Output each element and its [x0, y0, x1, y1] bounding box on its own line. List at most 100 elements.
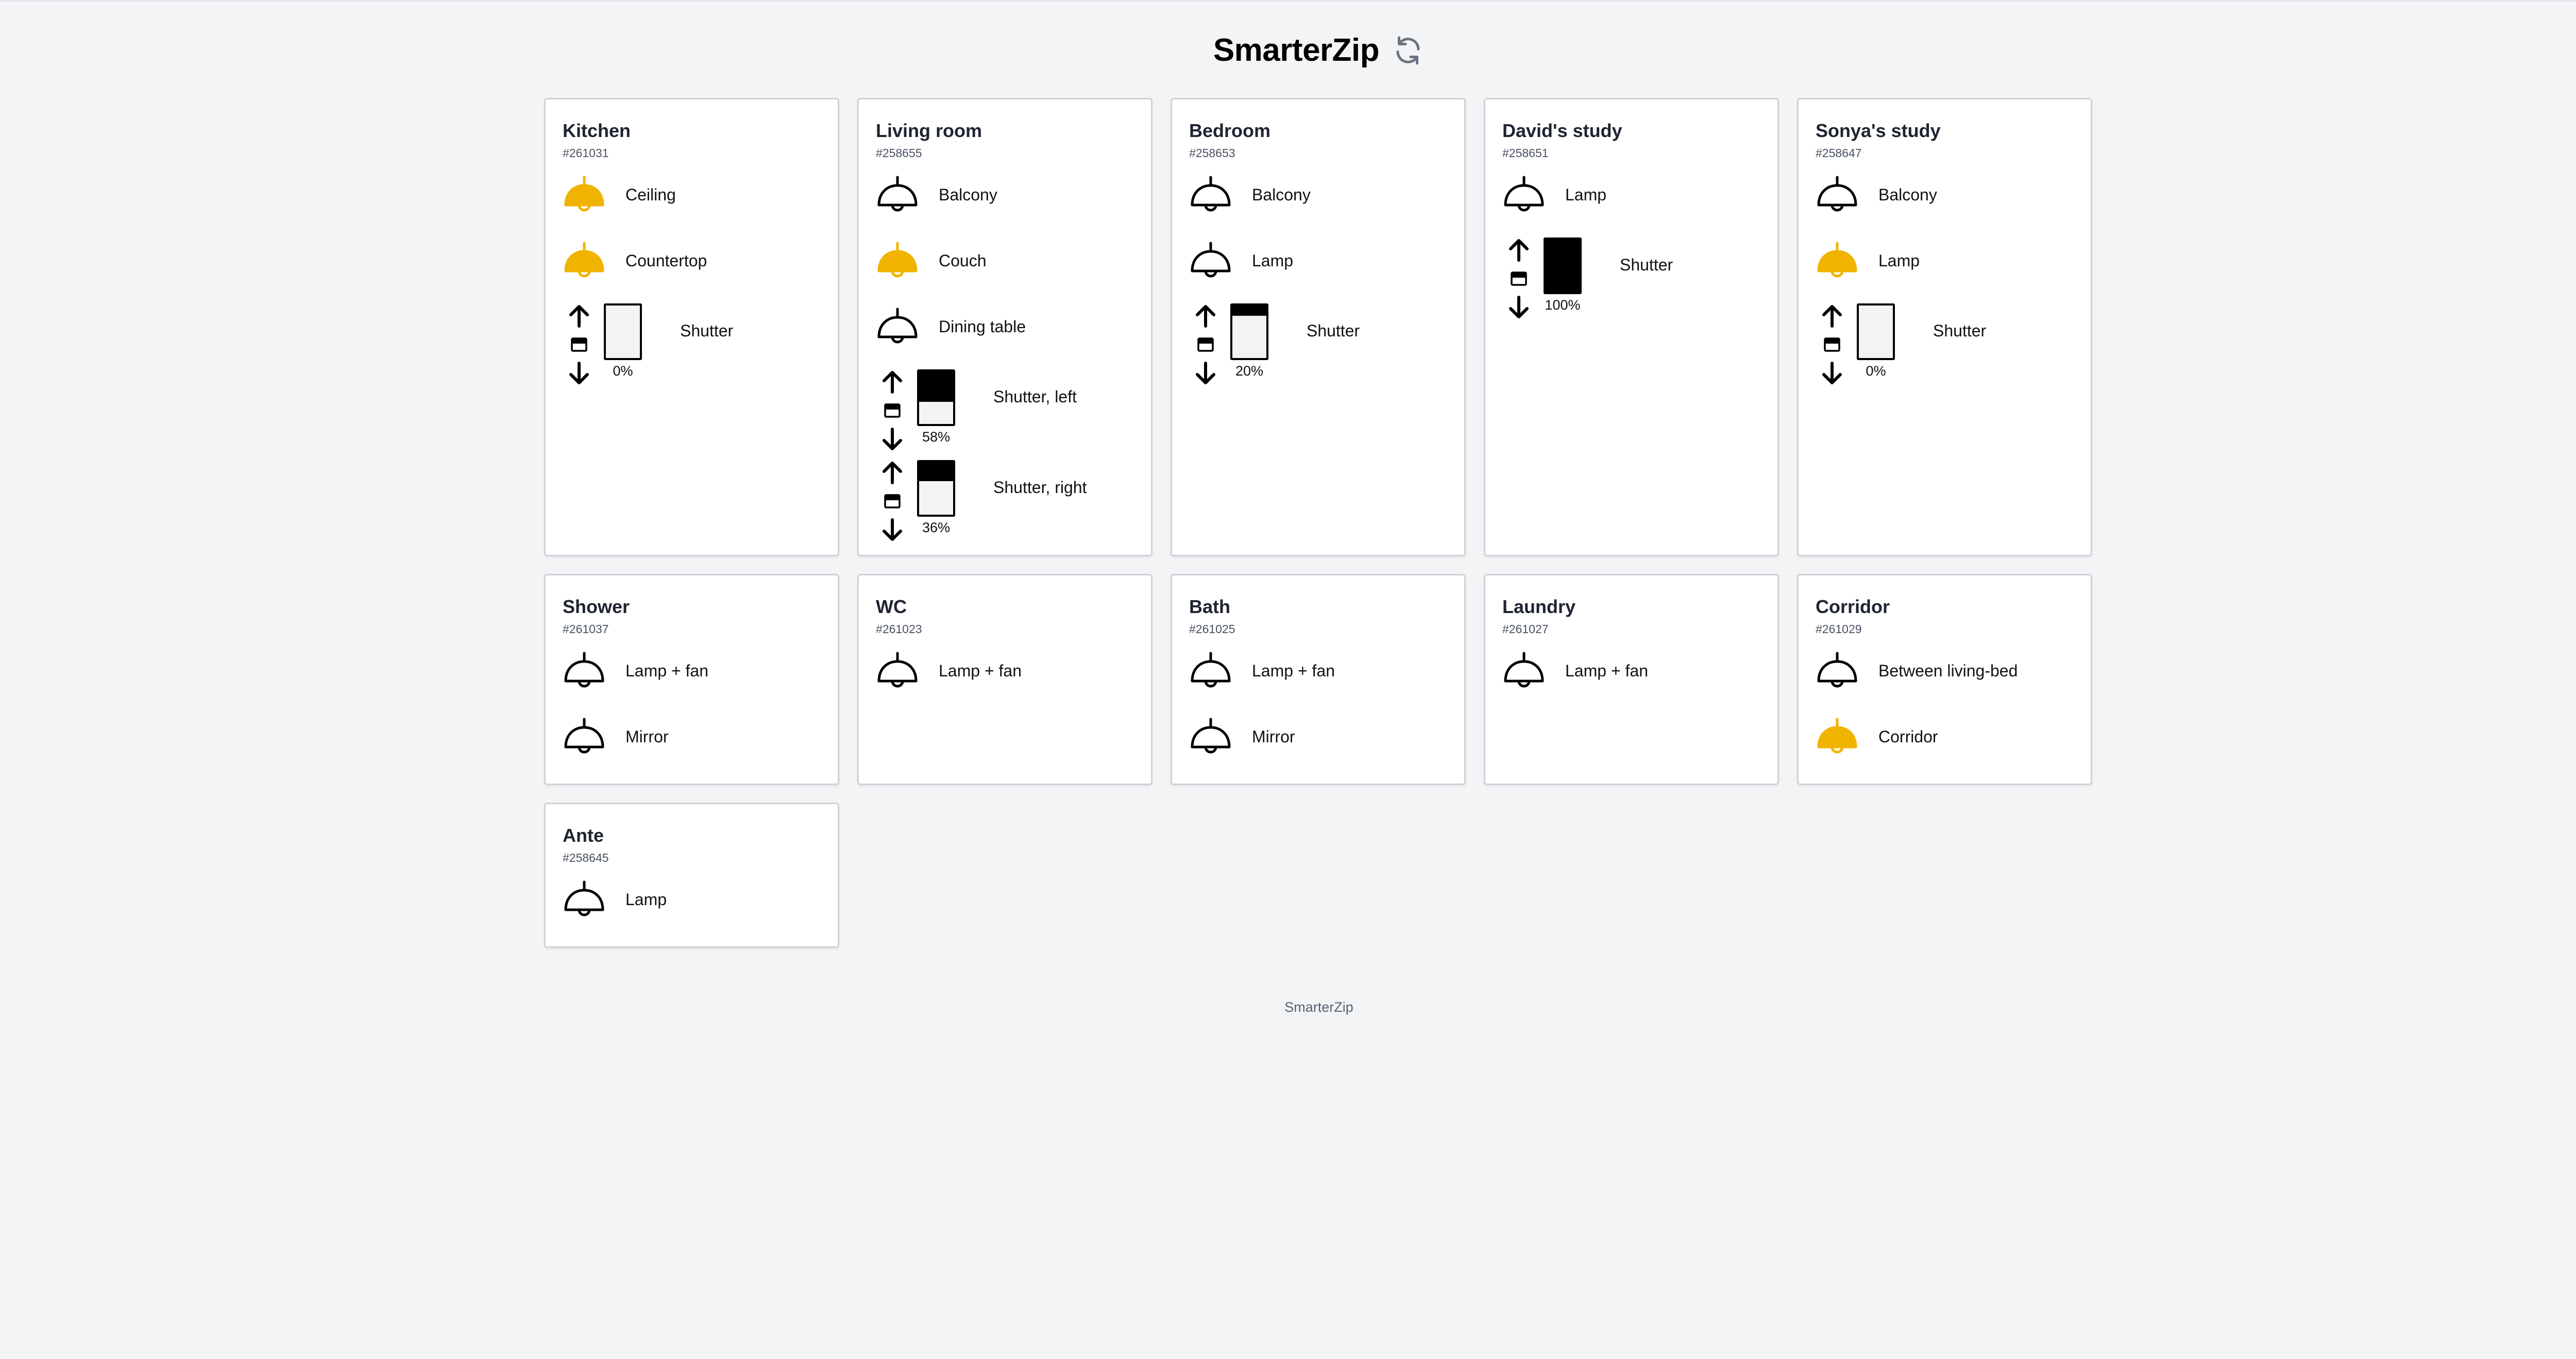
lamp-toggle[interactable]: Ceiling [563, 173, 676, 216]
arrow-up-icon [883, 462, 902, 484]
shutter-position-indicator[interactable] [917, 460, 955, 517]
arrow-down-icon [1822, 362, 1842, 384]
shutter-up-button[interactable] [1820, 303, 1844, 329]
lamp-toggle[interactable]: Mirror [1189, 715, 1295, 758]
room-card: Kitchen #261031 Ceiling Countertop 0% Shutter [544, 98, 839, 556]
lamp-off-icon [1817, 652, 1857, 688]
shutter-down-button[interactable] [1506, 294, 1531, 320]
shutter-position-indicator[interactable] [917, 369, 955, 426]
footer: SmarterZip [1284, 999, 1353, 1015]
lamp-toggle[interactable]: Mirror [563, 715, 669, 758]
shutter-control: 36% Shutter, right [876, 460, 1133, 542]
shutter-up-button[interactable] [880, 460, 905, 486]
lamp-off-icon [1191, 718, 1231, 754]
shutter-up-button[interactable] [1193, 303, 1218, 329]
shutter-fill [919, 462, 953, 481]
shutter-control: 0% Shutter [563, 303, 820, 386]
lamp-on-icon [564, 242, 604, 278]
shutter-up-button[interactable] [880, 369, 905, 395]
shutter-buttons [1506, 237, 1531, 320]
shutter-position-indicator[interactable] [1544, 237, 1582, 294]
shutter-down-button[interactable] [1193, 360, 1218, 386]
device-label: Lamp [1878, 251, 1920, 270]
lamp-off-icon [564, 718, 604, 754]
shutter-percent: 20% [1235, 363, 1264, 379]
shutter-up-button[interactable] [1506, 237, 1531, 263]
device-label: Countertop [625, 251, 707, 270]
room-id: #261027 [1502, 622, 1549, 636]
room-id: #261023 [876, 622, 922, 636]
room-name: Shower [563, 596, 630, 617]
lamp-toggle[interactable]: Between living-bed [1816, 649, 2018, 692]
lamp-toggle[interactable]: Lamp + fan [1189, 649, 1335, 692]
shutter-down-button[interactable] [880, 517, 905, 542]
lamp-off-icon [564, 652, 604, 688]
arrow-up-icon [1509, 239, 1529, 262]
lamp-toggle[interactable]: Lamp [563, 878, 667, 921]
lamp-toggle[interactable]: Balcony [1189, 173, 1311, 216]
lamp-toggle[interactable]: Lamp + fan [1502, 649, 1648, 692]
shutter-stop-icon [571, 337, 587, 352]
shutter-control: 100% Shutter [1502, 237, 1760, 320]
room-id: #258645 [563, 851, 609, 864]
shutter-position-indicator[interactable] [604, 303, 642, 360]
shutter-stop-button[interactable] [880, 398, 905, 423]
device-label: Between living-bed [1878, 661, 2018, 680]
shutter-position-indicator[interactable] [1857, 303, 1895, 360]
arrow-up-icon [883, 371, 902, 394]
shutter-label: Shutter, left [993, 387, 1077, 406]
shutter-fill [1232, 305, 1266, 316]
shutter-down-button[interactable] [1820, 360, 1844, 386]
room-card: David's study #258651 Lamp 100% Shutter [1484, 98, 1779, 556]
shutter-label: Shutter [680, 321, 734, 340]
device-label: Balcony [1252, 185, 1311, 204]
lamp-toggle[interactable]: Dining table [876, 305, 1026, 348]
app-header: SmarterZip [0, 32, 2576, 69]
shutter-up-button[interactable] [567, 303, 591, 329]
lamp-toggle[interactable]: Lamp [1816, 239, 1920, 282]
arrow-up-icon [1822, 305, 1842, 328]
shutter-stop-button[interactable] [567, 332, 591, 358]
room-name: Living room [876, 120, 982, 141]
shutter-stop-icon [1197, 337, 1214, 352]
room-id: #261025 [1189, 622, 1235, 636]
room-id: #261029 [1816, 622, 1862, 636]
lamp-toggle[interactable]: Couch [876, 239, 987, 282]
shutter-stop-button[interactable] [880, 488, 905, 514]
lamp-toggle[interactable]: Balcony [876, 173, 997, 216]
lamp-toggle[interactable]: Countertop [563, 239, 707, 282]
shutter-buttons [1820, 303, 1844, 386]
refresh-button[interactable] [1392, 34, 1425, 67]
shutter-stop-button[interactable] [1193, 332, 1218, 358]
lamp-toggle[interactable]: Lamp [1189, 239, 1293, 282]
device-label: Balcony [1878, 185, 1937, 204]
lamp-off-icon [1817, 176, 1857, 212]
arrow-down-icon [1196, 362, 1215, 384]
arrow-down-icon [1509, 296, 1529, 318]
arrow-up-icon [1196, 305, 1215, 328]
shutter-down-button[interactable] [567, 360, 591, 386]
room-id: #261037 [563, 622, 609, 636]
lamp-off-icon [877, 176, 918, 212]
shutter-down-button[interactable] [880, 426, 905, 452]
device-label: Lamp + fan [625, 661, 708, 680]
device-label: Balcony [939, 185, 997, 204]
lamp-off-icon [877, 652, 918, 688]
lamp-toggle[interactable]: Lamp + fan [563, 649, 708, 692]
lamp-toggle[interactable]: Lamp [1502, 173, 1606, 216]
lamp-on-icon [877, 242, 918, 278]
lamp-toggle[interactable]: Corridor [1816, 715, 1938, 758]
lamp-on-icon [1817, 242, 1857, 278]
shutter-percent: 100% [1545, 297, 1581, 313]
lamp-off-icon [1504, 652, 1544, 688]
lamp-toggle[interactable]: Lamp + fan [876, 649, 1022, 692]
shutter-position-indicator[interactable] [1230, 303, 1268, 360]
lamp-off-icon [1191, 652, 1231, 688]
shutter-stop-button[interactable] [1506, 266, 1531, 292]
room-card: Bath #261025 Lamp + fan Mirror [1171, 574, 1466, 785]
shutter-fill [919, 371, 953, 402]
lamp-toggle[interactable]: Balcony [1816, 173, 1937, 216]
shutter-stop-icon [1511, 271, 1527, 286]
shutter-stop-button[interactable] [1820, 332, 1844, 358]
shutter-buttons [567, 303, 591, 386]
